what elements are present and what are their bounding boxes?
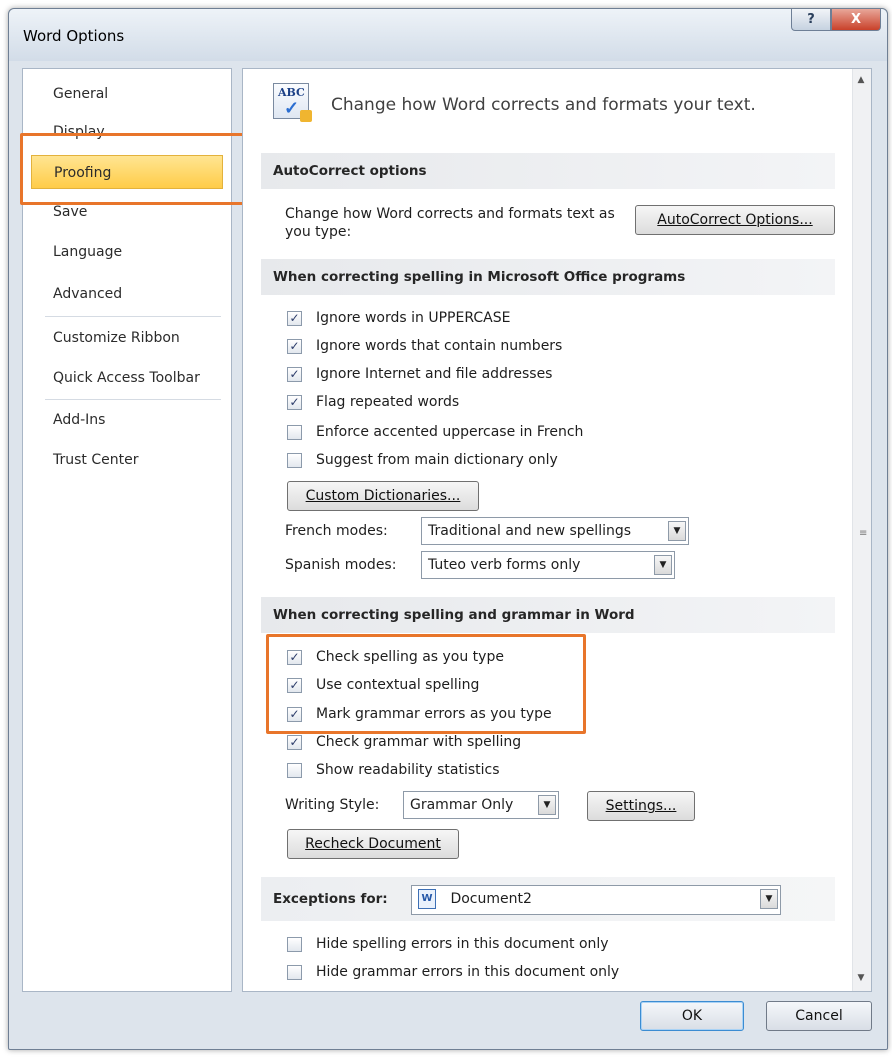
checkbox-icon[interactable]: ✓ bbox=[287, 338, 302, 354]
option-hide-spelling[interactable]: Hide spelling errors in this document on… bbox=[287, 933, 609, 955]
scroll-down-icon[interactable]: ▼ bbox=[856, 973, 866, 985]
writing-style-label: Writing Style: bbox=[285, 797, 380, 813]
option-readability[interactable]: Show readability statistics bbox=[287, 759, 500, 781]
nav-item-general[interactable]: General bbox=[31, 77, 223, 111]
nav-divider bbox=[45, 399, 221, 400]
option-check-grammar[interactable]: ✓ Check grammar with spelling bbox=[287, 731, 521, 753]
checkbox-icon[interactable] bbox=[287, 964, 302, 980]
help-icon: ? bbox=[807, 12, 815, 27]
document-icon: W bbox=[418, 889, 436, 909]
checkbox-icon[interactable]: ✓ bbox=[287, 310, 302, 326]
checkbox-icon[interactable] bbox=[287, 452, 302, 468]
custom-dictionaries-button[interactable]: Custom Dictionaries... bbox=[287, 481, 479, 511]
dropdown-arrow-icon[interactable]: ▼ bbox=[654, 555, 672, 575]
title-bar: Word Options ? X bbox=[9, 9, 887, 61]
panel-header: Change how Word corrects and formats you… bbox=[331, 95, 756, 115]
spanish-modes-select[interactable]: Tuteo verb forms only ▼ bbox=[421, 551, 675, 579]
option-hide-grammar[interactable]: Hide grammar errors in this document onl… bbox=[287, 961, 619, 983]
nav-item-add-ins[interactable]: Add-Ins bbox=[31, 403, 223, 437]
cancel-button[interactable]: Cancel bbox=[766, 1001, 872, 1031]
nav-item-quick-access-toolbar[interactable]: Quick Access Toolbar bbox=[31, 361, 223, 395]
french-modes-select[interactable]: Traditional and new spellings ▼ bbox=[421, 517, 689, 545]
abc-proofing-icon: ABC ✓ bbox=[273, 83, 312, 122]
checkbox-icon[interactable] bbox=[287, 936, 302, 952]
word-spelling-highlight-box bbox=[266, 634, 586, 734]
option-main-dictionary[interactable]: Suggest from main dictionary only bbox=[287, 449, 558, 471]
checkbox-icon[interactable] bbox=[287, 424, 302, 440]
nav-item-trust-center[interactable]: Trust Center bbox=[31, 443, 223, 477]
dropdown-arrow-icon[interactable]: ▼ bbox=[668, 521, 686, 541]
settings-button[interactable]: Settings... bbox=[587, 791, 695, 821]
checkbox-icon[interactable]: ✓ bbox=[287, 734, 302, 750]
proofing-panel: ABC ✓ Change how Word corrects and forma… bbox=[242, 68, 872, 992]
dropdown-arrow-icon[interactable]: ▼ bbox=[760, 889, 778, 909]
scroll-grip-icon[interactable]: ≡ bbox=[859, 529, 867, 539]
recheck-document-button[interactable]: Recheck Document bbox=[287, 829, 459, 859]
option-ignore-uppercase[interactable]: ✓ Ignore words in UPPERCASE bbox=[287, 307, 510, 329]
checkbox-icon[interactable]: ✓ bbox=[287, 366, 302, 382]
option-ignore-numbers[interactable]: ✓ Ignore words that contain numbers bbox=[287, 335, 562, 357]
section-autocorrect: AutoCorrect options bbox=[261, 153, 835, 189]
autocorrect-description: Change how Word corrects and formats tex… bbox=[285, 206, 615, 240]
scroll-up-icon[interactable]: ▲ bbox=[856, 75, 866, 87]
option-enforce-french[interactable]: Enforce accented uppercase in French bbox=[287, 421, 583, 443]
exceptions-document-select[interactable]: W Document2 ▼ bbox=[411, 885, 781, 915]
option-ignore-internet[interactable]: ✓ Ignore Internet and file addresses bbox=[287, 363, 552, 385]
nav-item-language[interactable]: Language bbox=[31, 235, 223, 269]
proofing-highlight-box bbox=[20, 133, 248, 205]
close-button[interactable]: X bbox=[831, 9, 881, 31]
section-office-spelling: When correcting spelling in Microsoft Of… bbox=[261, 259, 835, 295]
checkbox-icon[interactable]: ✓ bbox=[287, 394, 302, 410]
options-nav: General Display Proofing Save Language A… bbox=[22, 68, 232, 992]
panel-scrollbar[interactable]: ▲ ≡ ▼ bbox=[852, 69, 871, 991]
window-title: Word Options bbox=[23, 27, 125, 45]
nav-item-customize-ribbon[interactable]: Customize Ribbon bbox=[31, 321, 223, 355]
autocorrect-options-button[interactable]: AutoCorrect Options... bbox=[635, 205, 835, 235]
ok-button[interactable]: OK bbox=[640, 1001, 744, 1031]
option-flag-repeated[interactable]: ✓ Flag repeated words bbox=[287, 391, 459, 413]
dropdown-arrow-icon[interactable]: ▼ bbox=[538, 795, 556, 815]
close-icon: X bbox=[850, 12, 862, 27]
french-modes-label: French modes: bbox=[285, 523, 388, 539]
nav-divider bbox=[45, 316, 221, 317]
nav-item-advanced[interactable]: Advanced bbox=[31, 277, 223, 311]
section-word-spelling: When correcting spelling and grammar in … bbox=[261, 597, 835, 633]
checkbox-icon[interactable] bbox=[287, 762, 302, 778]
spanish-modes-label: Spanish modes: bbox=[285, 557, 397, 573]
writing-style-select[interactable]: Grammar Only ▼ bbox=[403, 791, 559, 819]
help-button[interactable]: ? bbox=[791, 9, 831, 31]
